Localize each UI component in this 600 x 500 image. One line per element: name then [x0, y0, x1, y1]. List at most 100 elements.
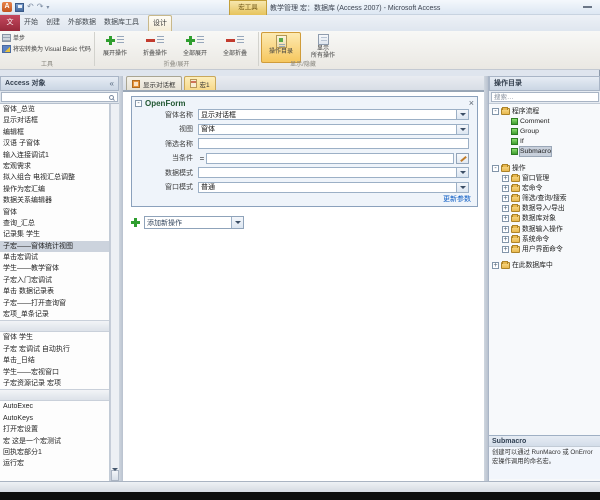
nav-item[interactable]: 显示对话框: [0, 115, 109, 126]
doc-tab-macro[interactable]: 宏1: [184, 76, 216, 90]
catalog-search-input[interactable]: 搜索…: [491, 92, 599, 102]
single-step-button[interactable]: 单步: [0, 32, 94, 43]
nav-item[interactable]: 窗体: [0, 207, 109, 218]
nav-item[interactable]: 单击 数据记录表: [0, 286, 109, 297]
expand-icon[interactable]: +: [502, 236, 509, 243]
dropdown-button[interactable]: [456, 110, 468, 119]
dropdown-button[interactable]: [456, 125, 468, 134]
expand-icon[interactable]: +: [502, 195, 509, 202]
nav-item[interactable]: 学生——教学窗体: [0, 263, 109, 274]
nav-item[interactable]: 查询_汇总: [0, 218, 109, 229]
macro-designer-canvas[interactable]: - OpenForm × 窗体名称显示对话框视图窗体筛选名称当条件=数据模式窗口…: [123, 91, 484, 481]
nav-item[interactable]: 单击_日结: [0, 355, 109, 366]
tab-external-data[interactable]: 外部数据: [64, 15, 100, 31]
nav-item[interactable]: 打开宏设置: [0, 424, 109, 435]
expand-icon[interactable]: +: [502, 205, 509, 212]
nav-item[interactable]: 汉语 子窗体: [0, 138, 109, 149]
redo-icon[interactable]: ↷: [37, 2, 44, 12]
scroll-down-button[interactable]: [111, 470, 119, 481]
argument-input[interactable]: 显示对话框: [198, 109, 469, 120]
nav-item[interactable]: 回执宏部分1: [0, 447, 109, 458]
catalog-tree-item[interactable]: +筛选/查询/搜索: [489, 194, 600, 204]
catalog-tree-item[interactable]: -操作: [489, 163, 600, 173]
collapse-action-icon[interactable]: -: [135, 100, 142, 107]
dropdown-button[interactable]: [231, 217, 243, 228]
collapse-icon[interactable]: -: [492, 165, 499, 172]
help-title: Submacro: [489, 436, 600, 447]
nav-item[interactable]: 输入连接调试1: [0, 150, 109, 161]
argument-input[interactable]: 普通: [198, 182, 469, 193]
catalog-tree-item[interactable]: +数据库对象: [489, 214, 600, 224]
nav-item[interactable]: 记录集 学生: [0, 229, 109, 240]
undo-icon[interactable]: ↶: [27, 2, 34, 12]
catalog-tree-item[interactable]: +数据输入操作: [489, 224, 600, 234]
nav-group-header[interactable]: [0, 320, 109, 332]
argument-input[interactable]: [198, 138, 469, 149]
nav-item[interactable]: 子宏——窗体统计视图: [0, 241, 109, 252]
argument-input[interactable]: [206, 153, 454, 164]
tab-design[interactable]: 设计: [148, 15, 172, 31]
nav-item[interactable]: 拟入组合 电视汇总调整: [0, 172, 109, 183]
expand-icon[interactable]: +: [502, 215, 509, 222]
nav-scrollbar[interactable]: [110, 104, 119, 481]
qat-customize-icon[interactable]: ▾: [46, 4, 49, 11]
catalog-tree-item[interactable]: +窗口管理: [489, 173, 600, 183]
tab-home[interactable]: 开始: [20, 15, 42, 31]
nav-item[interactable]: 窗体 学生: [0, 332, 109, 343]
nav-item[interactable]: 子宏——打开查询窗: [0, 298, 109, 309]
nav-search-input[interactable]: [1, 92, 118, 102]
expand-icon[interactable]: +: [492, 262, 499, 269]
expand-icon[interactable]: +: [502, 185, 509, 192]
nav-item[interactable]: 宏观需求: [0, 161, 109, 172]
collapse-icon[interactable]: -: [492, 108, 499, 115]
nav-item[interactable]: 编辑框: [0, 127, 109, 138]
catalog-tree-item[interactable]: Group: [489, 126, 600, 136]
dropdown-button[interactable]: [456, 168, 468, 177]
nav-group-header[interactable]: [0, 389, 109, 401]
nav-item[interactable]: 操作为宏汇编: [0, 184, 109, 195]
expand-icon[interactable]: +: [502, 175, 509, 182]
builder-button[interactable]: [456, 153, 469, 164]
nav-item[interactable]: 数据关系编辑器: [0, 195, 109, 206]
save-icon[interactable]: [15, 3, 24, 12]
minimize-button[interactable]: [583, 6, 592, 8]
tab-file[interactable]: 文件: [0, 15, 20, 31]
nav-item[interactable]: 宏项_单条记录: [0, 309, 109, 320]
nav-pane-header[interactable]: Access 对象 «: [0, 76, 119, 91]
argument-input[interactable]: [198, 167, 469, 178]
shutter-bar-close-icon[interactable]: «: [110, 77, 114, 91]
expand-icon[interactable]: +: [502, 246, 509, 253]
dropdown-button[interactable]: [456, 183, 468, 192]
tab-database-tools[interactable]: 数据库工具: [100, 15, 143, 31]
nav-item[interactable]: 子宏资源记录 宏项: [0, 378, 109, 389]
nav-item[interactable]: 子宏 宏调试 自动执行: [0, 344, 109, 355]
catalog-tree-item[interactable]: Submacro: [489, 147, 600, 157]
catalog-tree-item[interactable]: -程序流程: [489, 106, 600, 116]
catalog-tree-item[interactable]: Comment: [489, 116, 600, 126]
argument-row: 窗体名称显示对话框: [132, 109, 469, 120]
catalog-tree-item[interactable]: +数据导入/导出: [489, 204, 600, 214]
add-new-action-combobox[interactable]: 添加新操作: [144, 216, 244, 229]
convert-macros-to-vb-button[interactable]: 将宏转换为 Visual Basic 代码: [0, 43, 94, 54]
catalog-tree-item[interactable]: +系统命令: [489, 234, 600, 244]
catalog-tree-item[interactable]: +在此数据库中: [489, 261, 600, 271]
nav-item[interactable]: AutoKeys: [0, 413, 109, 424]
catalog-tree-item[interactable]: +宏命令: [489, 183, 600, 193]
nav-item[interactable]: 学生——宏视窗口: [0, 367, 109, 378]
argument-input[interactable]: 窗体: [198, 124, 469, 135]
doc-tab-form[interactable]: 显示对话框: [126, 76, 182, 90]
nav-item[interactable]: 子宏入门宏调试: [0, 275, 109, 286]
openform-action-block[interactable]: - OpenForm × 窗体名称显示对话框视图窗体筛选名称当条件=数据模式窗口…: [131, 96, 478, 207]
tab-create[interactable]: 创建: [42, 15, 64, 31]
nav-item[interactable]: 单击宏调试: [0, 252, 109, 263]
delete-action-icon[interactable]: ×: [469, 98, 474, 108]
access-app-icon[interactable]: A: [2, 2, 12, 12]
update-parameters-link[interactable]: 更新参数: [443, 194, 471, 204]
catalog-tree-item[interactable]: If: [489, 137, 600, 147]
nav-item[interactable]: 窗体_总览: [0, 104, 109, 115]
expand-icon[interactable]: +: [502, 226, 509, 233]
nav-item[interactable]: 宏 这是一个宏测试: [0, 436, 109, 447]
nav-item[interactable]: AutoExec: [0, 401, 109, 412]
catalog-tree-item[interactable]: +用户界面命令: [489, 244, 600, 254]
nav-item[interactable]: 运行宏: [0, 458, 109, 469]
